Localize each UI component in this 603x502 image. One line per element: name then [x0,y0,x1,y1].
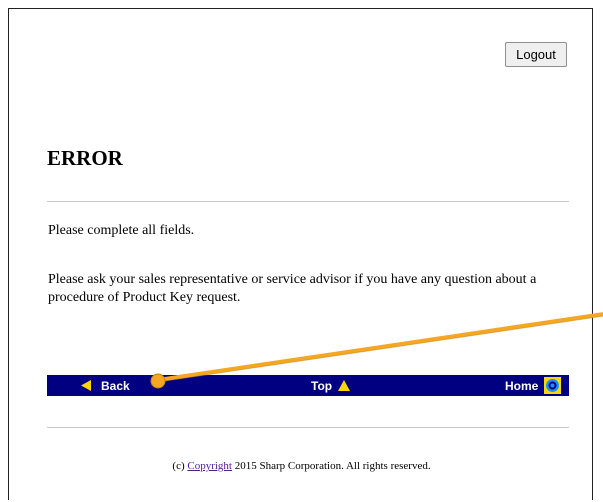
error-message: Please complete all fields. [48,223,195,238]
help-message: Please ask your sales representative or … [48,272,537,305]
back-link[interactable]: Back [81,375,130,396]
divider-top [47,201,569,202]
back-label: Back [101,378,130,393]
home-target-icon [544,377,562,394]
triangle-left-icon [81,380,91,391]
home-label: Home [505,378,539,393]
copyright-text: 2015 Sharp Corporation. All rights reser… [234,460,431,472]
footer: (c) Copyright 2015 Sharp Corporation. Al… [0,460,603,472]
divider-bottom [47,427,569,428]
page-title: ERROR [47,146,123,170]
copyright-prefix: (c) [172,460,185,472]
bottom-nav-bar: Back Top Home [47,375,569,396]
top-label: Top [311,378,333,393]
copyright-link[interactable]: Copyright [187,460,232,472]
top-link[interactable]: Top [311,375,351,396]
triangle-up-icon [338,380,351,391]
logout-button[interactable]: Logout [505,42,567,67]
home-link[interactable]: Home [505,375,562,396]
